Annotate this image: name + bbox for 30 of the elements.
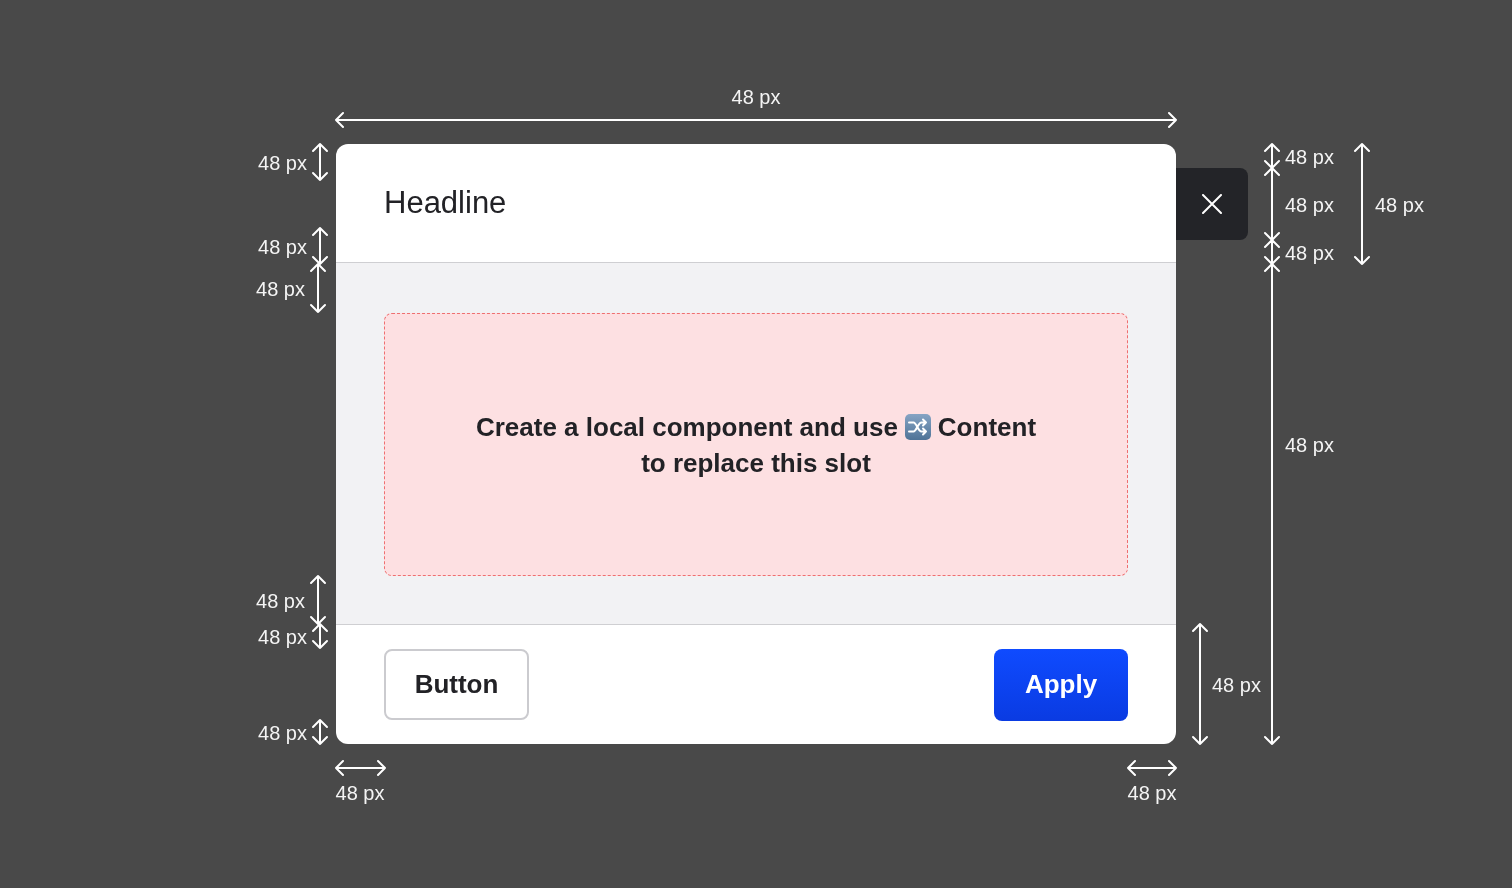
slot-text: Create a local component and use (475, 410, 898, 444)
slot-text: Content (937, 410, 1037, 444)
close-button[interactable] (1176, 168, 1248, 240)
dimension-label: 48 px (258, 235, 307, 259)
slot-text: to replace this slot (641, 446, 871, 480)
dimension-label: 48 px (1285, 193, 1334, 217)
dimension-label: 48 px (1285, 241, 1334, 265)
dimension-label: 48 px (731, 85, 781, 109)
secondary-button[interactable]: Button (384, 649, 529, 720)
dimension-label: 48 px (1375, 193, 1424, 217)
dimension-label: 48 px (258, 721, 307, 745)
dimension-arrow (312, 227, 328, 265)
dimension-label: 48 px (1285, 145, 1334, 169)
dialog-title: Headline (384, 184, 507, 222)
apply-button[interactable]: Apply (994, 648, 1128, 721)
dimension-label: 48 px (258, 625, 307, 649)
dimension-label: 48 px (1212, 673, 1261, 697)
close-icon (1202, 194, 1222, 214)
dimension-label: 48 px (256, 277, 305, 301)
dimension-arrow (335, 760, 386, 776)
dimension-arrow (312, 143, 328, 181)
shuffle-icon (904, 413, 931, 440)
dimension-arrow (312, 719, 328, 745)
dimension-label: 48 px (258, 151, 307, 175)
dimension-arrow (310, 263, 326, 313)
dimension-label: 48 px (256, 589, 305, 613)
dimension-label: 48 px (1285, 433, 1334, 457)
dimension-arrow (1127, 760, 1177, 776)
dimension-label: 48 px (335, 781, 385, 805)
dimension-label: 48 px (1127, 781, 1177, 805)
